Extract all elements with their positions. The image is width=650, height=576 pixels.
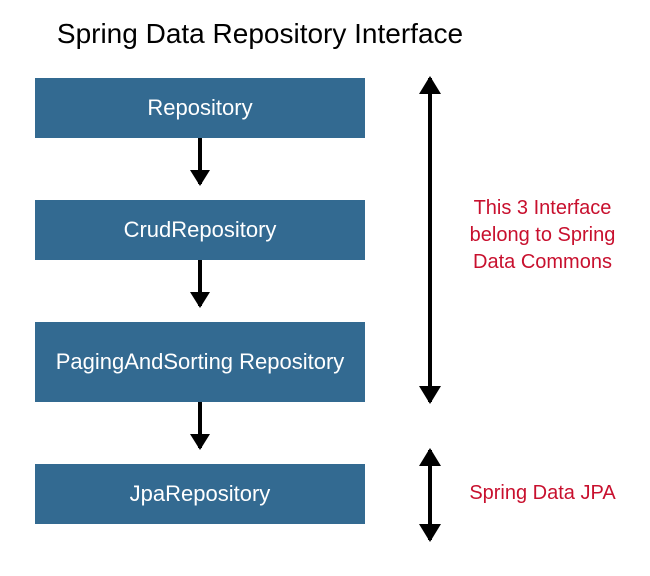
node-repository: Repository: [35, 78, 365, 138]
arrow-down-icon: [198, 138, 202, 184]
arrow-down-icon: [198, 260, 202, 306]
node-paging-and-sorting-repository: PagingAndSorting Repository: [35, 322, 365, 402]
range-arrow-commons-icon: [428, 78, 432, 402]
label-spring-data-commons: This 3 Interface belong to Spring Data C…: [455, 195, 630, 276]
label-spring-data-jpa: Spring Data JPA: [455, 480, 630, 507]
arrow-down-icon: [198, 402, 202, 448]
range-arrow-jpa-icon: [428, 450, 432, 540]
node-crud-repository: CrudRepository: [35, 200, 365, 260]
node-jpa-repository: JpaRepository: [35, 464, 365, 524]
diagram-title: Spring Data Repository Interface: [0, 18, 520, 50]
